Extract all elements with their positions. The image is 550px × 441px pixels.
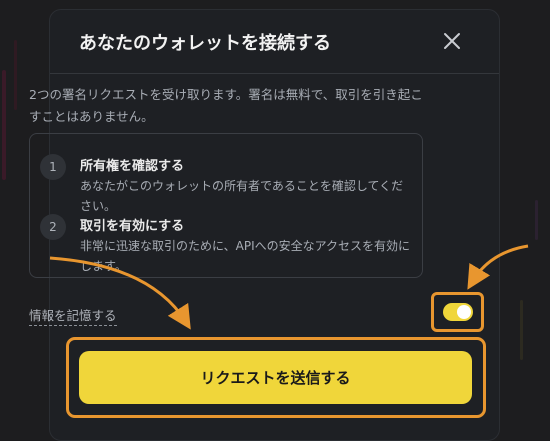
background-chart-bar [520, 300, 523, 360]
step-number-badge: 2 [40, 214, 66, 240]
remember-toggle[interactable] [443, 303, 473, 321]
step-title: 所有権を確認する [80, 159, 185, 174]
background-chart-bar [14, 40, 17, 110]
modal-header: あなたのウォレットを接続する [50, 10, 499, 74]
close-icon [444, 33, 460, 49]
background-chart-bar [2, 70, 6, 180]
close-button[interactable] [440, 29, 464, 53]
modal-title: あなたのウォレットを接続する [79, 33, 331, 54]
remember-info-label: 情報を記憶する [29, 305, 117, 326]
toggle-knob [457, 305, 471, 319]
step-number-badge: 1 [40, 154, 66, 180]
steps-box: 1 所有権を確認する あなたがこのウォレットの所有者であることを確認してください… [29, 133, 423, 278]
send-request-button[interactable]: リクエストを送信する [79, 351, 472, 404]
modal-description: 2つの署名リクエストを受け取ります。署名は無料で、取引を引き起こすことはありませ… [29, 87, 423, 124]
background-chart-bar [535, 200, 538, 240]
step-description: あなたがこのウォレットの所有者であることを確認してください。 [80, 179, 404, 213]
step-description: 非常に迅速な取引のために、APIへの安全なアクセスを有効にします。 [80, 239, 411, 273]
step-title: 取引を有効にする [80, 219, 185, 234]
